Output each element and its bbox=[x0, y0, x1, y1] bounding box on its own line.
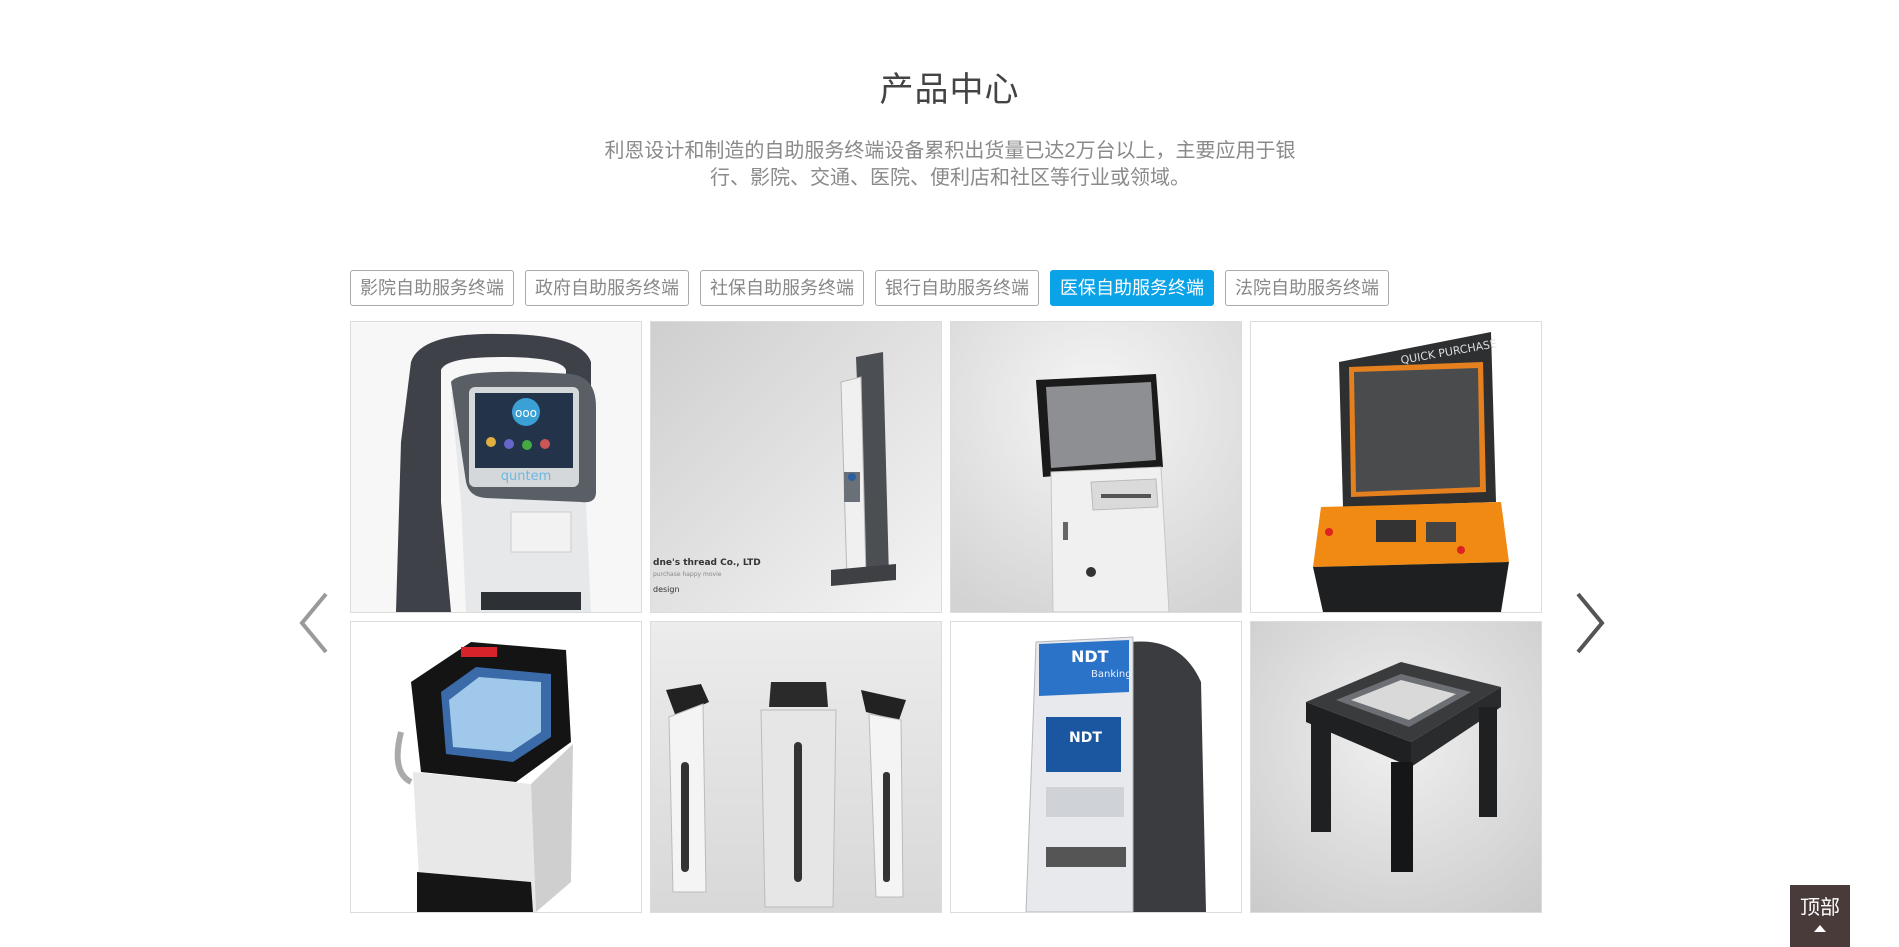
caption-line-3: design bbox=[653, 585, 680, 594]
chevron-right-icon bbox=[1576, 592, 1605, 654]
tab-bank-terminal[interactable]: 银行自助服务终端 bbox=[875, 270, 1039, 306]
product-card[interactable]: QUICK PURCHASE bbox=[1250, 321, 1542, 613]
section-description: 利恩设计和制造的自助服务终端设备累积出货量已达2万台以上，主要应用于银 行、影院… bbox=[600, 138, 1300, 192]
chevron-left-icon bbox=[299, 592, 328, 654]
ndt-banking-atm-image: NDT Banking NDT bbox=[951, 622, 1241, 912]
atm-brand-sub: Banking bbox=[1091, 669, 1132, 680]
product-card[interactable]: ooo quntem bbox=[350, 321, 642, 613]
kiosk-screen-text: quntem bbox=[501, 469, 552, 484]
caption-line-2: purchase happy movie bbox=[653, 571, 722, 578]
caret-up-icon bbox=[1814, 925, 1826, 932]
tab-government-terminal[interactable]: 政府自助服务终端 bbox=[525, 270, 689, 306]
carousel-next-button[interactable] bbox=[1568, 588, 1608, 658]
category-tabs: 影院自助服务终端 政府自助服务终端 社保自助服务终端 银行自助服务终端 医保自助… bbox=[350, 270, 1389, 306]
three-kiosks-group-image bbox=[651, 622, 941, 912]
product-grid: ooo quntem dne's thread Co., LTD purchas… bbox=[350, 321, 1550, 915]
description-line-2: 行、影院、交通、医院、便利店和社区等行业或领域。 bbox=[710, 167, 1190, 189]
svg-text:ooo: ooo bbox=[515, 406, 537, 420]
product-card[interactable] bbox=[650, 621, 942, 913]
kiosk-handle-terminal-image: ooo quntem bbox=[351, 322, 641, 612]
tablet-kiosk-red-light-image bbox=[351, 622, 641, 912]
product-card[interactable] bbox=[950, 321, 1242, 613]
back-to-top-button[interactable]: 顶部 bbox=[1790, 885, 1850, 947]
product-card[interactable]: dne's thread Co., LTD purchase happy mov… bbox=[650, 321, 942, 613]
back-to-top-label: 顶部 bbox=[1800, 897, 1840, 919]
product-card[interactable] bbox=[350, 621, 642, 913]
table-touchscreen-kiosk-image bbox=[1251, 622, 1541, 912]
slim-standing-kiosk-image: dne's thread Co., LTD purchase happy mov… bbox=[651, 322, 941, 612]
carousel-prev-button[interactable] bbox=[296, 588, 336, 658]
tab-cinema-terminal[interactable]: 影院自助服务终端 bbox=[350, 270, 514, 306]
orange-quick-purchase-kiosk-image: QUICK PURCHASE bbox=[1251, 322, 1541, 612]
svg-text:NDT: NDT bbox=[1069, 730, 1102, 746]
section-title: 产品中心 bbox=[879, 71, 1020, 109]
product-card[interactable]: NDT Banking NDT bbox=[950, 621, 1242, 913]
description-line-1: 利恩设计和制造的自助服务终端设备累积出货量已达2万台以上，主要应用于银 bbox=[604, 140, 1296, 162]
tab-social-security-terminal[interactable]: 社保自助服务终端 bbox=[700, 270, 864, 306]
product-card[interactable] bbox=[1250, 621, 1542, 913]
atm-brand-text: NDT bbox=[1071, 647, 1109, 666]
tab-court-terminal[interactable]: 法院自助服务终端 bbox=[1225, 270, 1389, 306]
tab-medical-insurance-terminal[interactable]: 医保自助服务终端 bbox=[1050, 270, 1214, 306]
caption-line-1: dne's thread Co., LTD bbox=[653, 558, 761, 568]
monitor-kiosk-printer-image bbox=[951, 322, 1241, 612]
